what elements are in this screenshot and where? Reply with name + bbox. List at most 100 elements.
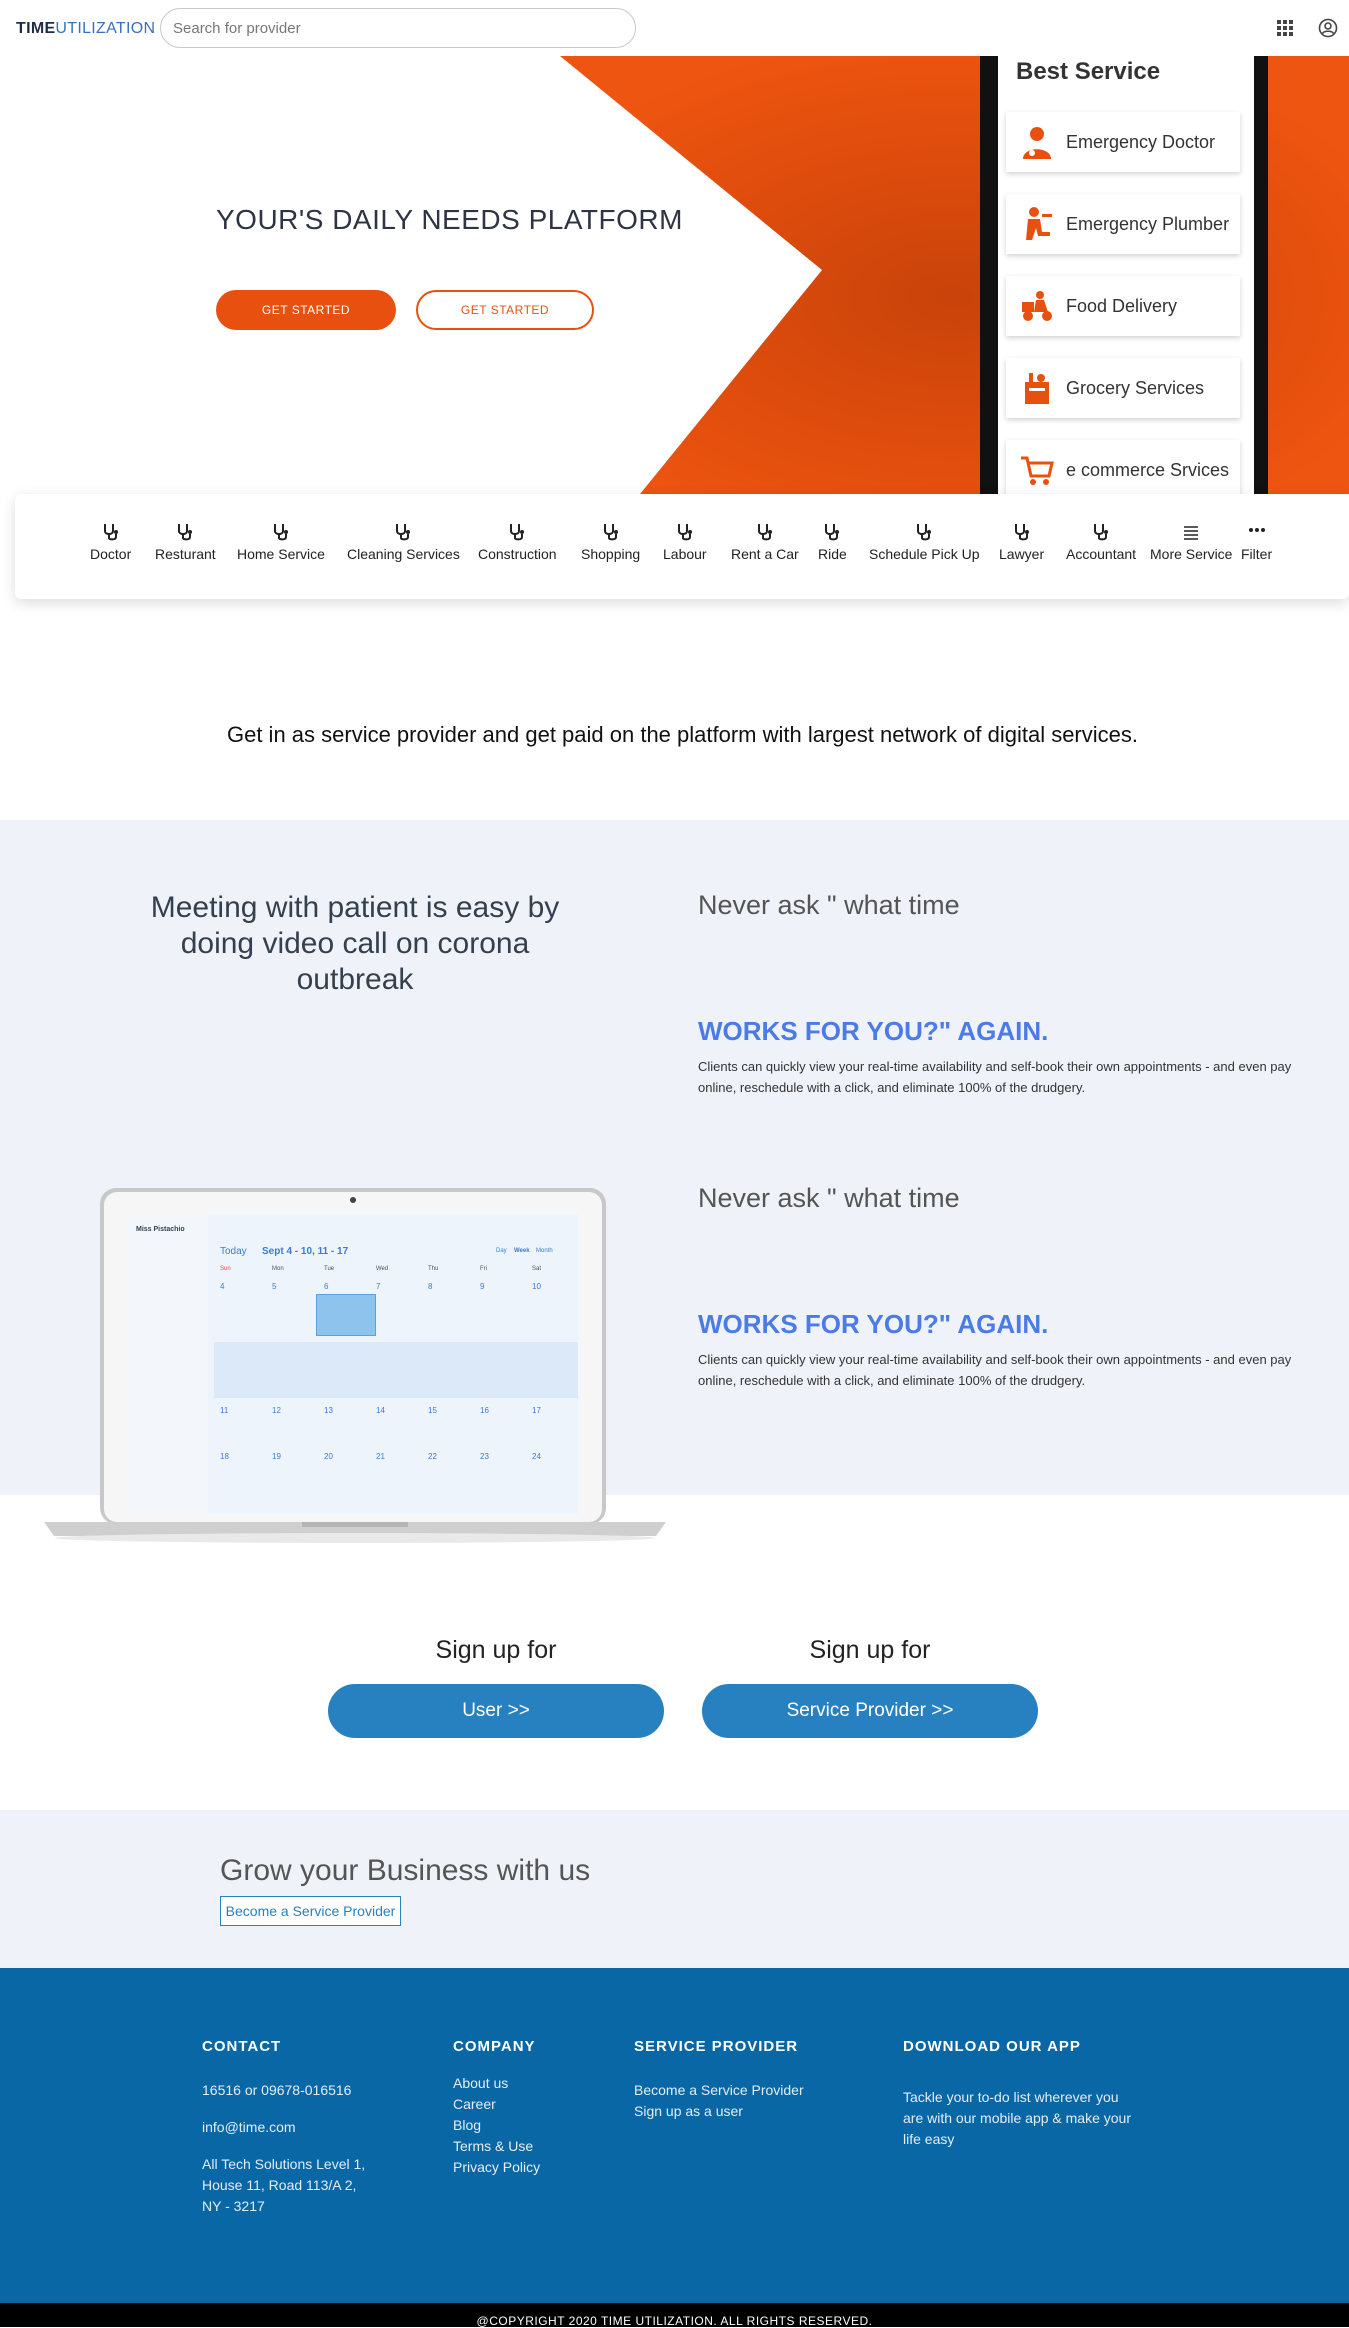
footer-link-terms[interactable]: Terms & Use — [453, 2136, 533, 2157]
calendar-range: Sept 4 - 10, 11 - 17 — [262, 1246, 349, 1257]
footer-link-privacy[interactable]: Privacy Policy — [453, 2157, 540, 2178]
category-doctor[interactable]: Doctor — [90, 522, 131, 562]
plumber-icon — [1026, 207, 1052, 240]
stethoscope-icon — [396, 524, 411, 541]
get-started-button[interactable]: GET STARTED — [216, 290, 396, 330]
weekday-label: Sat — [532, 1266, 542, 1272]
signup-user-button[interactable]: User >> — [328, 1684, 664, 1738]
footer-phone[interactable]: 16516 or 09678-016516 — [202, 2080, 351, 2101]
hero-banner: YOUR'S DAILY NEEDS PLATFORM GET STARTED … — [0, 56, 1349, 494]
calendar-today-label[interactable]: Today — [220, 1246, 247, 1257]
category-schedule-pick-up[interactable]: Schedule Pick Up — [869, 522, 980, 562]
site-logo[interactable]: TIMEUTILIZATION — [16, 20, 155, 38]
footer-link-career[interactable]: Career — [453, 2094, 496, 2115]
category-resturant[interactable]: Resturant — [155, 522, 216, 562]
best-service-title: Best Service — [1016, 58, 1161, 85]
copyright-bar: @COPYRIGHT 2020 TIME UTILIZATION. ALL RI… — [0, 2303, 1349, 2328]
category-rent-a-car[interactable]: Rent a Car — [731, 522, 799, 562]
feature-lead-text: Never ask " what time — [698, 1183, 960, 1213]
feature-description: Clients can quickly view your real-time … — [698, 1059, 1292, 1095]
shopping-cart-icon — [1021, 456, 1054, 485]
feature-left-heading: Meeting with patient is easy by doing vi… — [150, 891, 560, 996]
weekday-label: Thu — [428, 1266, 439, 1272]
best-service-item[interactable]: Food Delivery — [1006, 276, 1240, 336]
laptop-calendar-illustration: Miss Pistachio Today Sept 4 - 10, 11 - 1… — [44, 1186, 666, 1548]
category-bar: Doctor Resturant Home Service Cleaning S… — [15, 494, 1349, 599]
category-cleaning-services[interactable]: Cleaning Services — [347, 522, 460, 562]
category-construction[interactable]: Construction — [478, 522, 557, 562]
stethoscope-icon — [603, 524, 618, 541]
stethoscope-icon — [103, 524, 118, 541]
category-home-service[interactable]: Home Service — [237, 522, 325, 562]
signup-provider-label: Sign up for — [809, 1636, 931, 1664]
signup-user-label: Sign up for — [435, 1636, 557, 1664]
best-service-label: e commerce Srvices — [1066, 460, 1230, 480]
apps-grid-icon[interactable] — [1275, 18, 1295, 38]
category-more-service[interactable]: More Service — [1150, 522, 1232, 562]
footer-contact-heading: CONTACT — [202, 2038, 282, 2055]
search-input[interactable] — [160, 8, 636, 48]
get-started-outline-button[interactable]: GET STARTED — [416, 290, 594, 330]
calendar-user-name: Miss Pistachio — [136, 1226, 185, 1233]
stethoscope-icon — [677, 524, 692, 541]
stethoscope-icon — [510, 524, 525, 541]
weekday-label: Sun — [220, 1266, 231, 1272]
footer-link-about[interactable]: About us — [453, 2073, 508, 2094]
calendar-weekday-row: Sun Mon Tue Wed Thu Fri Sat — [220, 1266, 580, 1276]
top-header: TIMEUTILIZATION — [0, 0, 1349, 56]
calendar-view-month[interactable]: Month — [536, 1248, 553, 1254]
signup-provider-button[interactable]: Service Provider >> — [702, 1684, 1038, 1738]
footer-download-heading: DOWNLOAD OUR APP — [903, 2038, 1081, 2055]
calendar-view-week[interactable]: Week — [514, 1248, 530, 1254]
best-service-item[interactable]: Emergency Doctor — [1006, 112, 1240, 172]
footer-address-line: NY - 3217 — [202, 2198, 265, 2214]
feature-headline: WORKS FOR YOU?" AGAIN. — [698, 1016, 1049, 1046]
calendar-week-row: 4 5 6 7 8 9 10 — [220, 1282, 541, 1291]
footer-download-text: Tackle your to-do list wherever you — [903, 2089, 1119, 2105]
calendar-week-row: 18 19 20 21 22 23 24 — [220, 1452, 541, 1461]
footer-download-text: are with our mobile app & make your — [903, 2110, 1131, 2126]
become-provider-button[interactable]: Become a Service Provider — [220, 1896, 401, 1926]
more-dots-icon — [1248, 528, 1265, 532]
category-ride[interactable]: Ride — [818, 522, 847, 562]
best-service-item[interactable]: Emergency Plumber — [1006, 194, 1240, 254]
footer-email[interactable]: info@time.com — [202, 2117, 296, 2138]
category-labour[interactable]: Labour — [663, 522, 707, 562]
stethoscope-icon — [1094, 524, 1109, 541]
grocery-bag-icon — [1025, 373, 1049, 404]
list-icon — [1184, 526, 1199, 540]
footer-address-line: All Tech Solutions Level 1, — [202, 2156, 366, 2172]
stethoscope-icon — [757, 524, 772, 541]
best-service-label: Emergency Doctor — [1066, 132, 1216, 152]
stethoscope-icon — [917, 524, 932, 541]
footer-link-blog[interactable]: Blog — [453, 2115, 481, 2136]
best-service-item[interactable]: Grocery Services — [1006, 358, 1240, 418]
category-lawyer[interactable]: Lawyer — [999, 522, 1044, 562]
calendar-event-popup[interactable] — [316, 1294, 376, 1336]
weekday-label: Wed — [376, 1266, 389, 1272]
category-accountant[interactable]: Accountant — [1066, 522, 1136, 562]
footer-download-text: life easy — [903, 2131, 955, 2147]
account-circle-icon[interactable] — [1318, 18, 1338, 38]
footer-link-signup-user[interactable]: Sign up as a user — [634, 2101, 743, 2122]
site-footer: CONTACT 16516 or 09678-016516 info@time.… — [0, 1968, 1349, 2303]
footer-address-line: House 11, Road 113/A 2, — [202, 2177, 357, 2193]
calendar-week-row: 11 12 13 14 15 16 17 — [220, 1406, 541, 1415]
footer-company-heading: COMPANY — [453, 2038, 536, 2055]
calendar-booking-form[interactable] — [214, 1342, 578, 1398]
category-shopping[interactable]: Shopping — [581, 522, 640, 562]
hero-title: YOUR'S DAILY NEEDS PLATFORM — [216, 204, 683, 235]
best-service-item[interactable]: e commerce Srvices — [1006, 440, 1240, 494]
provider-tagline: Get in as service provider and get paid … — [226, 722, 1138, 747]
stethoscope-icon — [1014, 524, 1029, 541]
category-filter[interactable]: Filter — [1241, 522, 1272, 562]
best-service-panel: Best Service Emergency Doctor Emergency … — [998, 56, 1254, 494]
best-service-label: Grocery Services — [1066, 378, 1205, 398]
footer-link-become-provider[interactable]: Become a Service Provider — [634, 2080, 804, 2101]
feature-lead-text: Never ask " what time — [698, 890, 960, 920]
stethoscope-icon — [178, 524, 193, 541]
grow-business-section: Grow your Business with us Become a Serv… — [0, 1810, 1349, 1968]
grow-title: Grow your Business with us — [220, 1854, 591, 1887]
calendar-view-day[interactable]: Day — [496, 1248, 507, 1254]
delivery-scooter-icon — [1022, 291, 1052, 321]
